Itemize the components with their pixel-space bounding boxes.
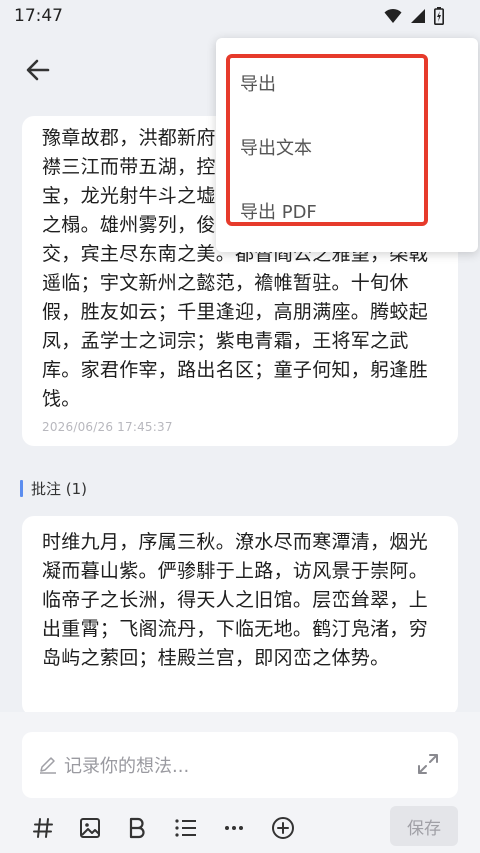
list-icon xyxy=(175,819,196,837)
bold-icon xyxy=(129,817,145,839)
annotation-accent-bar xyxy=(20,480,23,497)
expand-button[interactable] xyxy=(416,752,440,780)
annotation-text: 时维九月，序属三秋。潦水尽而寒潭清，烟光凝而暮山紫。俨骖騑于上路，访风景于崇阿。… xyxy=(42,531,429,669)
screen: 17:47 豫章故郡，洪都新府。星分翼轸，地接衡庐。襟三江而带五湖，控蛮荆而 xyxy=(0,0,480,853)
image-icon xyxy=(80,818,100,838)
note-date: 2026/06/26 17:45:37 xyxy=(42,420,173,434)
hashtag-button[interactable] xyxy=(27,812,59,844)
wifi-icon xyxy=(384,8,402,28)
expand-icon xyxy=(418,754,438,774)
more-button[interactable] xyxy=(218,812,250,844)
note-input[interactable]: 记录你的想法... xyxy=(22,732,458,798)
list-button[interactable] xyxy=(170,812,202,844)
save-button[interactable]: 保存 xyxy=(390,806,458,846)
add-button[interactable] xyxy=(267,812,299,844)
note-input-placeholder: 记录你的想法... xyxy=(64,756,190,777)
signal-icon xyxy=(410,8,426,28)
status-icons xyxy=(384,7,444,29)
hash-icon xyxy=(33,818,53,838)
battery-icon xyxy=(434,7,444,29)
pen-icon xyxy=(40,757,56,774)
export-menu: 导出 导出文本 导出 PDF xyxy=(216,38,478,252)
bold-button[interactable] xyxy=(121,812,153,844)
more-icon xyxy=(225,826,243,830)
arrow-left-icon xyxy=(26,59,50,81)
highlight-box xyxy=(226,54,428,226)
annotation-header: 批注 (1) xyxy=(20,478,87,499)
add-circle-icon xyxy=(272,817,294,839)
back-button[interactable] xyxy=(22,54,54,86)
status-bar: 17:47 xyxy=(0,0,480,34)
status-time: 17:47 xyxy=(14,6,63,26)
annotation-label: 批注 (1) xyxy=(31,480,88,498)
image-button[interactable] xyxy=(74,812,106,844)
annotation-card[interactable]: 时维九月，序属三秋。潦水尽而寒潭清，烟光凝而暮山紫。俨骖騑于上路，访风景于崇阿。… xyxy=(22,516,458,716)
